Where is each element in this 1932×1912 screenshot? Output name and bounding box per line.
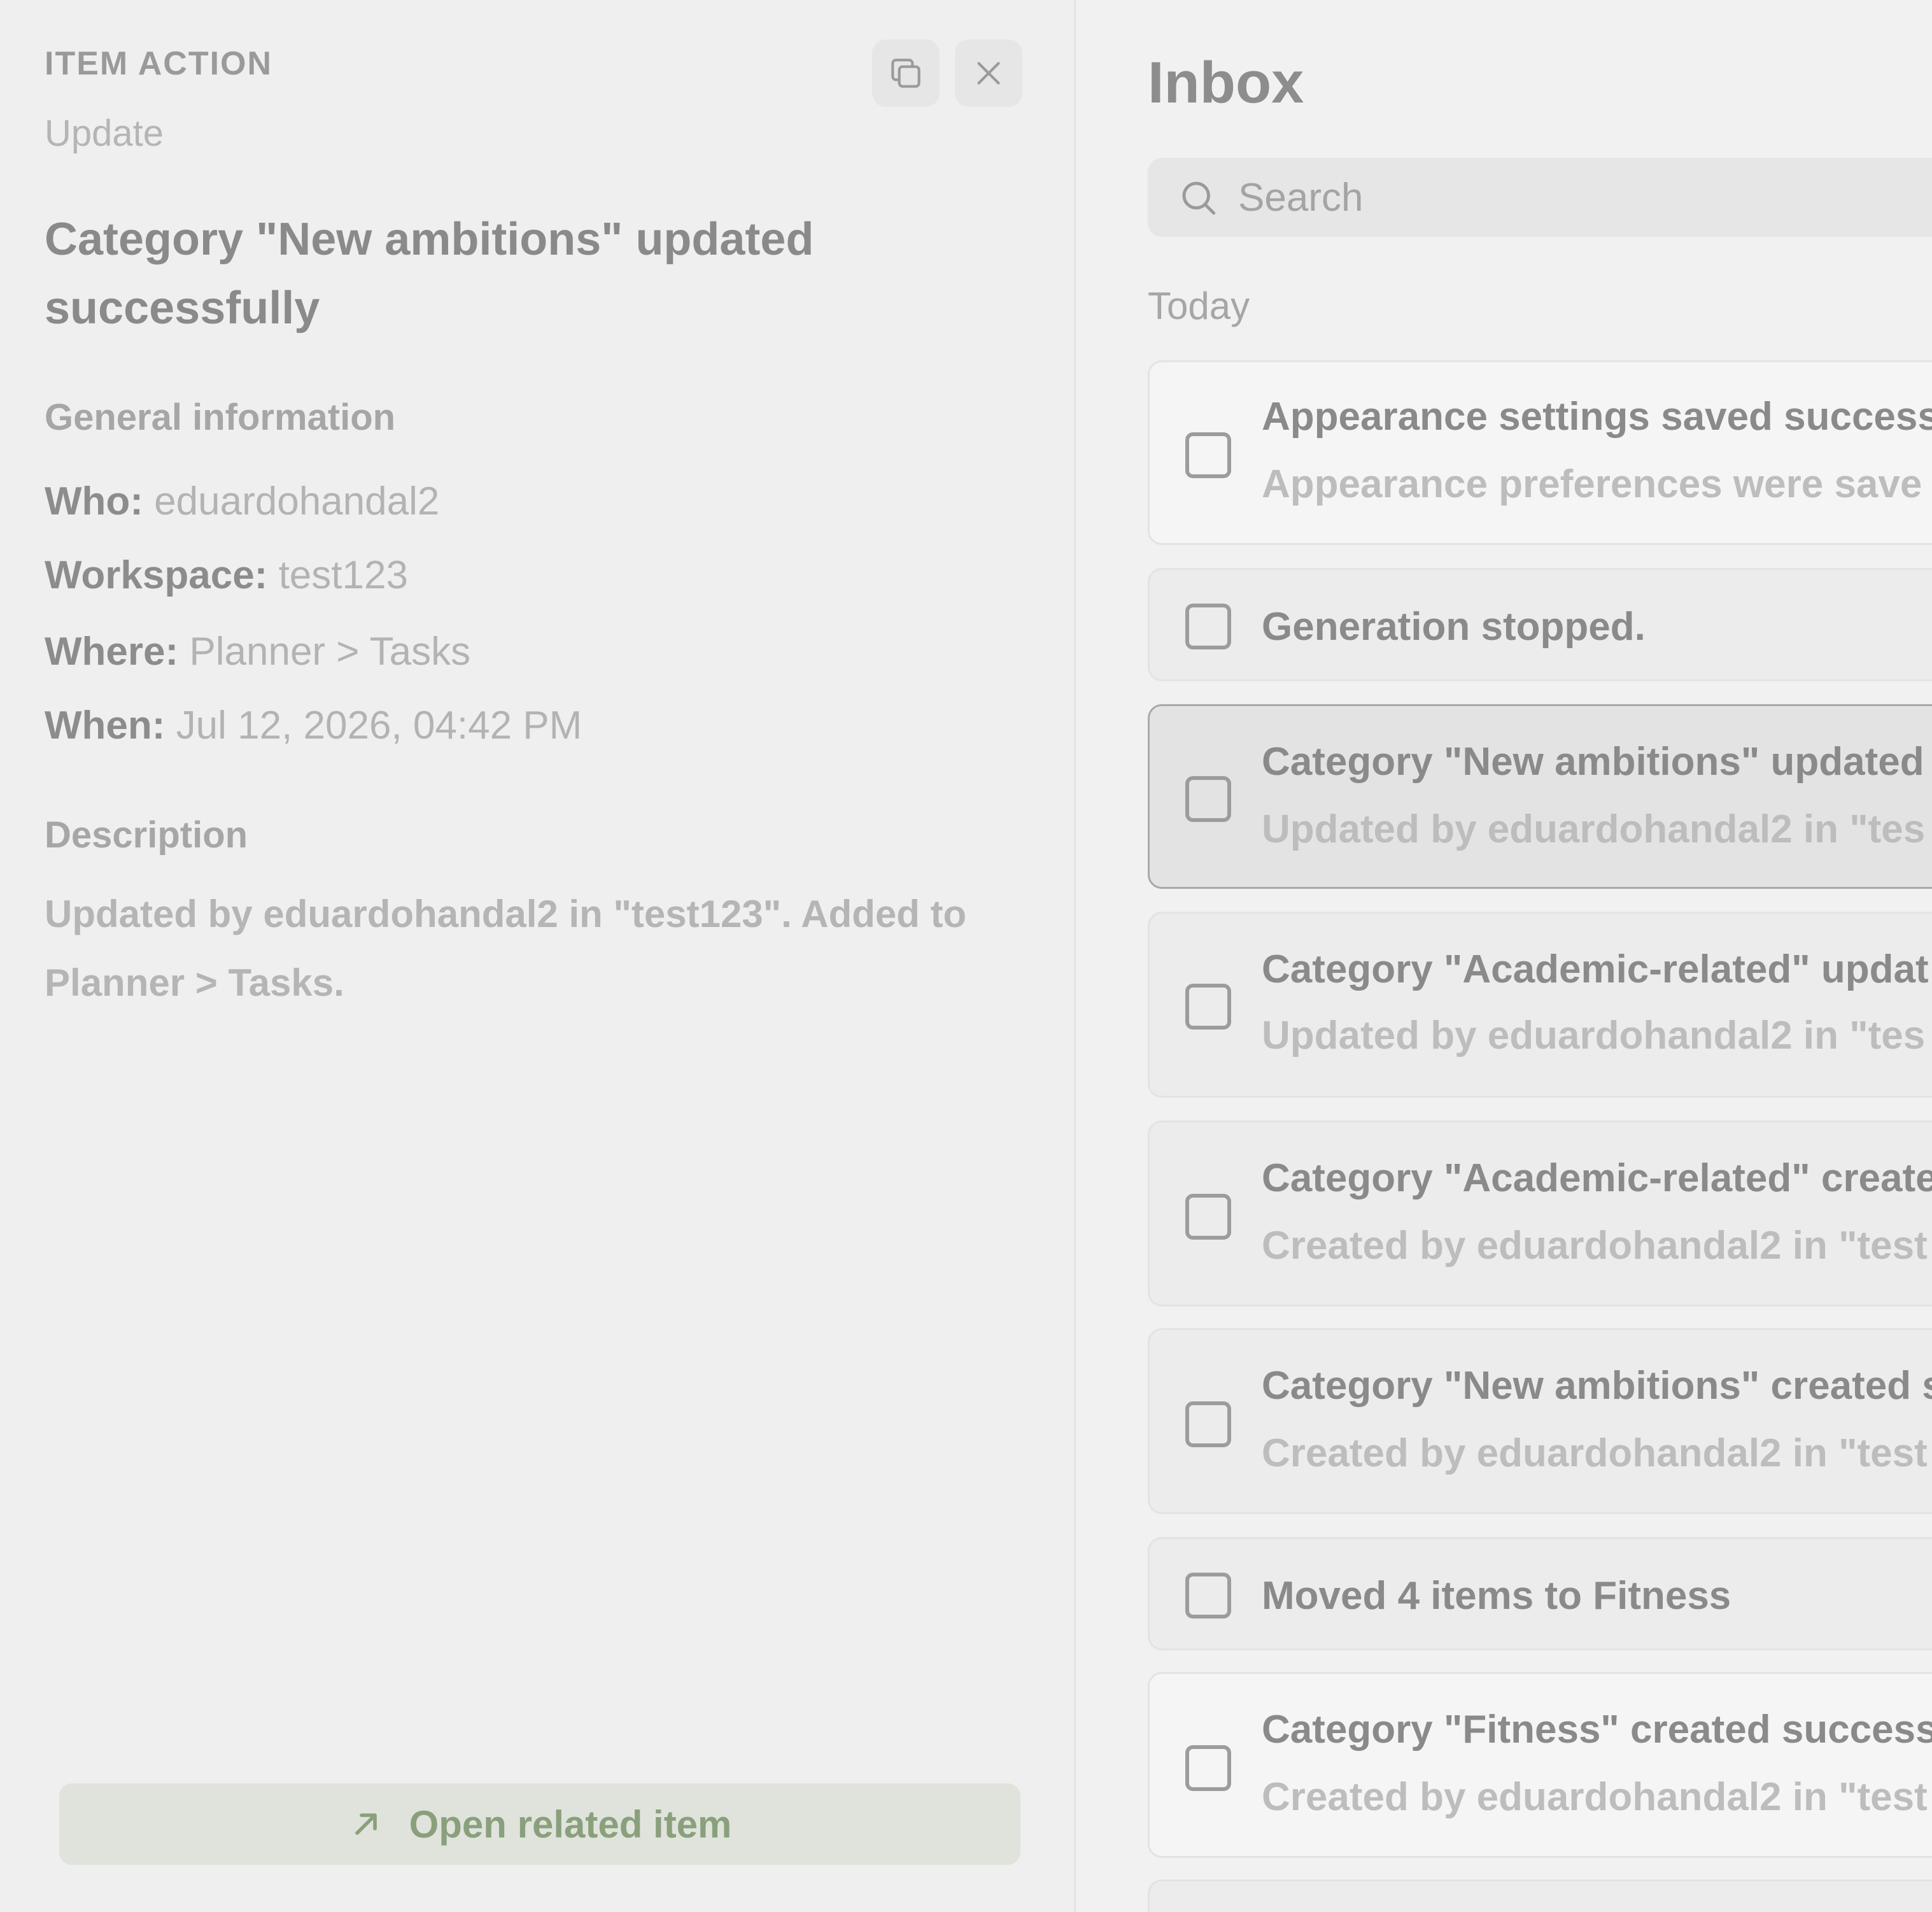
info-workspace-label: Workspace: [45,553,268,597]
item-action-detail-panel: ITEM ACTION Update Category "New ambitio… [0,0,1076,1912]
info-who: Who: eduardohandal2 [45,479,439,524]
group-label-today: Today [1148,285,1250,327]
detail-title: Category "New ambitions" updated success… [45,214,814,334]
inbox-item-subtitle: Updated by eduardohandal2 in "tes [1262,1014,1926,1058]
inbox-item-title: Category "Fitness" created success [1262,1708,1932,1752]
inbox-item-title: Generation stopped. [1262,605,1646,649]
inbox-item-subtitle: Created by eduardohandal2 in "test [1262,1775,1928,1819]
inbox-item-subtitle: Created by eduardohandal2 in "test [1262,1431,1928,1475]
inbox-item-checkbox[interactable] [1185,1194,1231,1240]
inbox-item-subtitle: Appearance preferences were save [1262,462,1922,506]
info-who-label: Who: [45,479,143,523]
close-icon [977,62,1000,85]
inbox-item-checkbox[interactable] [1185,1573,1231,1618]
detail-action-type: Update [45,113,164,154]
inbox-item-title: Category "New ambitions" updated [1262,740,1924,784]
arrow-up-right-icon [355,1813,377,1835]
inbox-item-title: Category "Academic-related" updat [1262,947,1929,991]
inbox-item-subtitle: Created by eduardohandal2 in "test [1262,1224,1928,1268]
inbox-item-title: Appearance settings saved success [1262,395,1932,439]
general-information-heading: General information [45,397,396,438]
app-window: ITEM ACTION Update Category "New ambitio… [0,0,1932,1912]
inbox-item[interactable]: Generation stopped. [1148,568,1932,681]
inbox-item-checkbox[interactable] [1185,604,1231,649]
close-button[interactable] [955,39,1022,107]
search-icon [1182,181,1216,215]
inbox-item-title: Category "New ambitions" created s [1262,1364,1932,1408]
inbox-item[interactable]: Category "Academic-related" create Creat… [1148,1121,1932,1307]
inbox-title: Inbox [1148,50,1304,115]
inbox-panel: Inbox Today Appearance settings saved su… [1078,0,1932,1912]
info-when-value: Jul 12, 2026, 04:42 PM [176,704,582,747]
inbox-item[interactable]: Category "Fitness" created success Creat… [1148,1672,1932,1858]
inbox-item-checkbox[interactable] [1185,1401,1231,1447]
info-workspace-value: test123 [278,553,408,597]
inbox-item-title: Moved 4 items to Fitness [1262,1574,1731,1618]
copy-button[interactable] [872,39,940,107]
inbox-item-checkbox[interactable] [1185,776,1231,822]
description-text: Updated by eduardohandal2 in "test123". … [45,893,967,1004]
inbox-item[interactable]: Category "Academic-related" updat Update… [1148,912,1932,1098]
info-who-value: eduardohandal2 [154,479,440,523]
inbox-item-checkbox[interactable] [1185,1745,1231,1791]
detail-eyebrow: ITEM ACTION [45,45,273,82]
inbox-item[interactable] [1148,1880,1932,1912]
copy-icon [891,59,920,88]
inbox-item-checkbox[interactable] [1185,432,1231,478]
info-when-label: When: [45,704,166,747]
search-bar[interactable] [1148,158,1932,237]
inbox-item[interactable]: Moved 4 items to Fitness [1148,1537,1932,1650]
inbox-item-subtitle: Updated by eduardohandal2 in "tes [1262,807,1926,851]
description-heading: Description [45,814,248,856]
info-workspace: Workspace: test123 [45,553,408,598]
info-when: When: Jul 12, 2026, 04:42 PM [45,703,582,748]
inbox-item-title: Category "Academic-related" create [1262,1156,1932,1200]
info-where-value: Planner > Tasks [189,630,471,674]
info-where-label: Where: [45,630,179,674]
info-where: Where: Planner > Tasks [45,629,470,674]
inbox-item[interactable]: Appearance settings saved success Appear… [1148,360,1932,545]
inbox-item-selected[interactable]: Category "New ambitions" updated Updated… [1148,704,1932,889]
open-related-item-label: Open related item [409,1802,732,1846]
inbox-item-checkbox[interactable] [1185,984,1231,1030]
open-related-item-button[interactable]: Open related item [59,1783,1020,1865]
inbox-item[interactable]: Category "New ambitions" created s Creat… [1148,1328,1932,1514]
search-input[interactable] [1237,174,1932,221]
